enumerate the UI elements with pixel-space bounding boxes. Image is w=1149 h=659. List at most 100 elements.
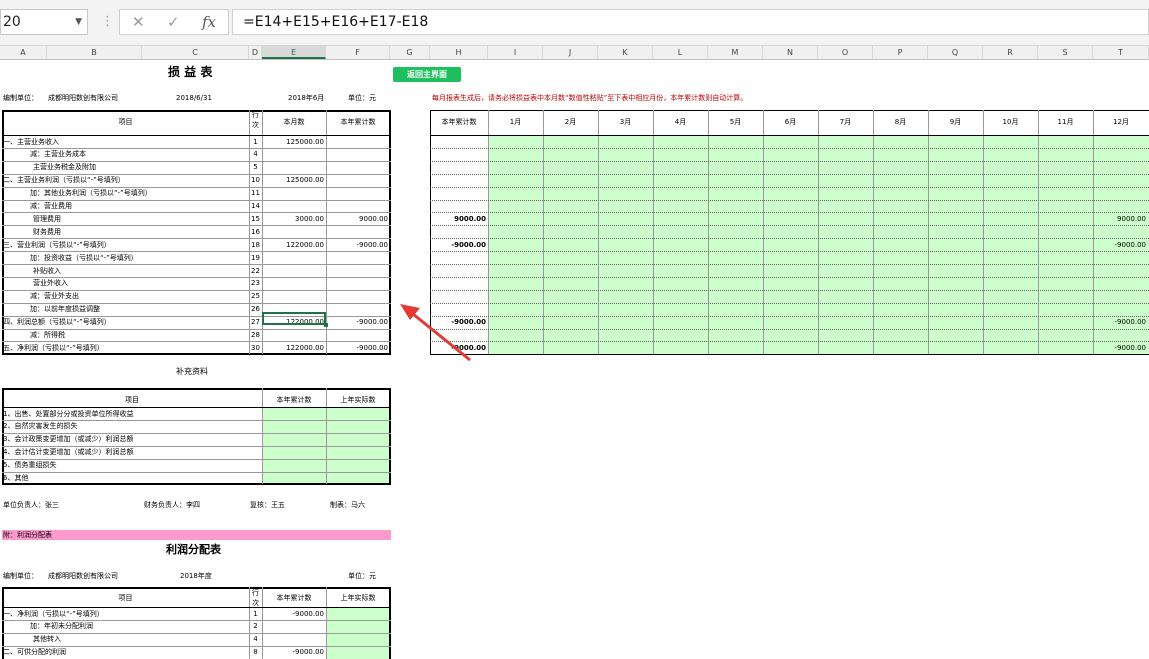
report-period: 2018年6月 bbox=[288, 94, 325, 102]
supplement-row-item: 5、债务重组损失 bbox=[3, 461, 57, 470]
column-header-P[interactable]: P bbox=[873, 46, 928, 59]
income-row-item: 三、营业利润（亏损以“-”号填列） bbox=[3, 240, 111, 249]
name-box[interactable]: 20 ▼ bbox=[0, 9, 88, 35]
column-header-E[interactable]: E bbox=[262, 46, 326, 59]
dist-row-ytd: -9000.00 bbox=[292, 648, 324, 657]
return-main-button[interactable]: 返回主界面 bbox=[393, 67, 461, 82]
column-header-N[interactable]: N bbox=[763, 46, 818, 59]
column-header-Q[interactable]: Q bbox=[928, 46, 983, 59]
income-row-item: 减：营业外支出 bbox=[30, 292, 79, 301]
dist-header-prev: 上年实际数 bbox=[340, 594, 376, 602]
column-header-B[interactable]: B bbox=[47, 46, 142, 59]
monthly-header: 3月 bbox=[619, 118, 632, 126]
formula-bar: 20 ▼ ⋮ ✕ ✓ fx =E14+E15+E16+E17-E18 bbox=[0, 0, 1149, 46]
dist-header-item: 项目 bbox=[118, 594, 133, 602]
income-row-month: 122000.00 bbox=[286, 240, 324, 249]
monthly-col-line bbox=[653, 110, 654, 355]
income-row-item: 二、主营业务利润（亏损以“-”号填列） bbox=[3, 176, 125, 185]
monthly-col-line bbox=[543, 110, 544, 355]
supplement-row-item: 3、会计政策变更增加（或减少）利润总额 bbox=[3, 435, 134, 444]
chevron-down-icon[interactable]: ▼ bbox=[75, 10, 82, 34]
column-header-O[interactable]: O bbox=[818, 46, 873, 59]
dist-row-line-no: 1 bbox=[253, 609, 258, 618]
dist-currency: 单位：元 bbox=[348, 572, 376, 580]
function-icon[interactable]: fx bbox=[202, 13, 216, 31]
confirm-icon[interactable]: ✓ bbox=[167, 13, 180, 31]
column-header-D[interactable]: D bbox=[249, 46, 262, 59]
column-header-A[interactable]: A bbox=[0, 46, 47, 59]
monthly-row-line bbox=[430, 199, 1149, 201]
monthly-row-line bbox=[430, 341, 1149, 343]
company-name: 成都明阳数创有限公司 bbox=[48, 94, 118, 102]
income-row-ytd: -9000.00 bbox=[356, 240, 388, 249]
formula-input[interactable]: =E14+E15+E16+E17-E18 bbox=[232, 9, 1149, 35]
column-header-G[interactable]: G bbox=[390, 46, 430, 59]
income-header-line bbox=[2, 135, 391, 136]
monthly-ytd-value: -9000.00 bbox=[451, 240, 486, 249]
monthly-header: 10月 bbox=[1002, 118, 1019, 126]
monthly-header: 12月 bbox=[1113, 118, 1129, 126]
monthly-dec-value: -9000.00 bbox=[1114, 240, 1146, 249]
column-header-S[interactable]: S bbox=[1038, 46, 1093, 59]
income-row-line-no: 16 bbox=[251, 227, 260, 236]
monthly-dec-value: -9000.00 bbox=[1114, 343, 1146, 352]
monthly-header: 7月 bbox=[839, 118, 852, 126]
monthly-row-line bbox=[430, 173, 1149, 175]
income-row-month: 3000.00 bbox=[295, 214, 324, 223]
column-header-C[interactable]: C bbox=[142, 46, 249, 59]
monthly-row-line bbox=[430, 225, 1149, 227]
monthly-row-line bbox=[430, 212, 1149, 214]
income-row-line-no: 1 bbox=[253, 137, 258, 146]
formula-buttons: ✕ ✓ fx bbox=[119, 9, 229, 35]
monthly-header: 2月 bbox=[564, 118, 577, 126]
column-header-L[interactable]: L bbox=[653, 46, 708, 59]
dist-unit-label: 编制单位： bbox=[3, 572, 38, 580]
supplement-row-item: 6、其他 bbox=[3, 474, 29, 482]
income-row-item: 四、利润总额（亏损以“-”号填列） bbox=[3, 318, 111, 327]
monthly-header: 8月 bbox=[894, 118, 907, 126]
column-header-I[interactable]: I bbox=[488, 46, 543, 59]
income-header-month: 本月数 bbox=[283, 118, 305, 126]
monthly-col-line bbox=[983, 110, 984, 355]
column-header-H[interactable]: H bbox=[430, 46, 488, 59]
dist-row-item: 其他转入 bbox=[33, 635, 61, 644]
appendix-bar bbox=[2, 530, 391, 540]
worksheet[interactable]: 返回主界面 损 益 表编制单位： 成都明阳数创有限公司 2018/6/31 2018年6… bbox=[0, 61, 1149, 659]
supplement-row-item: 2、自然灾害发生的损失 bbox=[3, 422, 78, 431]
monthly-col-line bbox=[708, 110, 709, 355]
dist-period: 2018年度 bbox=[180, 572, 212, 580]
income-row-item: 补贴收入 bbox=[33, 266, 61, 275]
supplement-row-item: 1、出售、处置部分分或投资单位所得收益 bbox=[3, 409, 134, 418]
supplement-header-prev: 上年实际数 bbox=[340, 396, 376, 404]
monthly-row-line bbox=[430, 315, 1149, 317]
income-row-item: 加：以前年度损益调整 bbox=[30, 305, 100, 314]
monthly-row-line bbox=[430, 328, 1149, 330]
monthly-header: 1月 bbox=[509, 118, 522, 126]
income-row-line-no: 27 bbox=[251, 318, 260, 327]
monthly-header: 11月 bbox=[1057, 118, 1074, 126]
monthly-col-line bbox=[1038, 110, 1039, 355]
income-row-ytd: 9000.00 bbox=[359, 214, 388, 223]
supplement-row-item: 4、会计估计变更增加（或减少）利润总额 bbox=[3, 448, 134, 457]
selected-cell[interactable] bbox=[262, 312, 328, 327]
more-icon[interactable]: ⋮ bbox=[101, 14, 114, 29]
income-row-line-no: 23 bbox=[251, 279, 260, 288]
income-row-month: 125000.00 bbox=[286, 176, 324, 185]
column-header-J[interactable]: J bbox=[543, 46, 598, 59]
income-row-month: 122000.00 bbox=[286, 343, 324, 352]
column-header-F[interactable]: F bbox=[326, 46, 390, 59]
income-row-item: 财务费用 bbox=[33, 227, 61, 236]
column-header-M[interactable]: M bbox=[708, 46, 763, 59]
cancel-icon[interactable]: ✕ bbox=[132, 13, 145, 31]
column-header-T[interactable]: T bbox=[1093, 46, 1149, 59]
column-header-K[interactable]: K bbox=[598, 46, 653, 59]
income-row-item: 加：其他业务利润（亏损以“-”号填列） bbox=[30, 189, 152, 198]
distribution-title: 利润分配表 bbox=[166, 543, 221, 556]
income-row-line-no: 26 bbox=[251, 305, 260, 314]
supplement-row-line bbox=[2, 471, 391, 473]
income-row-ytd: -9000.00 bbox=[356, 318, 388, 327]
name-box-value: 20 bbox=[3, 14, 21, 30]
monthly-col-line bbox=[488, 110, 489, 355]
column-header-R[interactable]: R bbox=[983, 46, 1038, 59]
income-row-line-no: 19 bbox=[251, 253, 260, 262]
